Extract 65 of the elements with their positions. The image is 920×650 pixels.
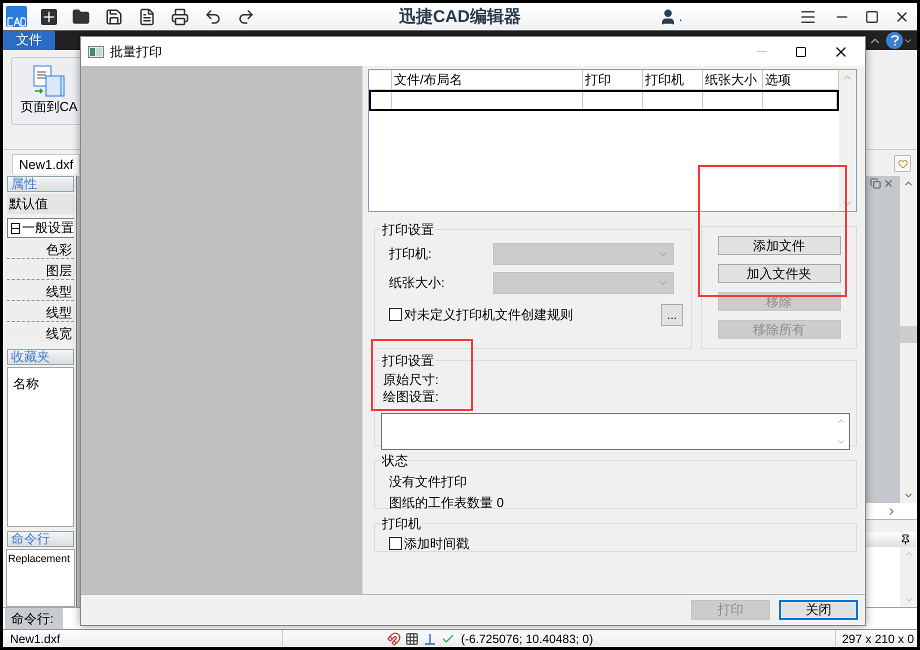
maximize-icon[interactable] [865, 10, 879, 24]
help-icon[interactable] [886, 32, 903, 49]
favorite-button[interactable] [894, 155, 911, 172]
dialog-button[interactable]: 关闭 [779, 600, 858, 620]
scroll-thumb[interactable] [900, 326, 917, 343]
new-file-icon[interactable] [41, 8, 57, 24]
document-tab[interactable]: New1.dxf [12, 154, 80, 174]
property-name: 线型 [46, 284, 72, 299]
column-label: 名称 [13, 376, 39, 391]
maximize-icon[interactable] [795, 46, 807, 58]
folder-icon[interactable] [72, 8, 90, 26]
user-name: . [678, 8, 682, 26]
action-button[interactable]: 添加文件 [718, 236, 840, 255]
coordinates: (-6.725076; 10.40483; 0) [461, 630, 594, 647]
panel-header: 收藏夹 [7, 349, 74, 365]
column-header[interactable]: 打印 [583, 70, 643, 89]
undo-icon[interactable] [204, 8, 222, 26]
print-icon[interactable] [171, 8, 189, 26]
perpendicular-icon[interactable] [423, 632, 437, 646]
pin-icon[interactable] [900, 534, 911, 545]
save-icon[interactable] [105, 8, 123, 26]
checkbox[interactable] [389, 308, 402, 321]
group-title: 打印设置 [381, 352, 435, 370]
info-label: 原始尺寸: [382, 370, 439, 388]
panel-header: 命令行 [7, 531, 74, 547]
command-output: Replacement [6, 549, 75, 607]
action-button[interactable]: 加入文件夹 [718, 264, 840, 283]
column-header[interactable]: 打印机 [643, 70, 703, 89]
heart-icon [898, 158, 908, 168]
app-title: 迅捷CAD编辑器 [399, 6, 521, 28]
more-button[interactable]: ... [661, 304, 683, 326]
group-title: 打印机 [381, 515, 422, 533]
panel-header: 属性 [7, 176, 74, 192]
field-label: 打印机: [388, 244, 433, 263]
column-header[interactable]: 纸张大小 [703, 70, 763, 89]
grid-icon[interactable] [405, 632, 419, 646]
group-title: 打印设置 [381, 221, 435, 239]
paper-size: 297 x 210 x 0 [835, 630, 917, 647]
redo-icon[interactable] [237, 8, 255, 26]
collapse-toggle[interactable] [11, 222, 20, 234]
status-file: New1.dxf [3, 630, 283, 647]
checkbox-label: 对未定义打印机文件创建规则 [404, 306, 573, 324]
app-logo [6, 6, 27, 27]
scrollbar[interactable] [839, 70, 856, 211]
restore-icon[interactable] [870, 178, 881, 189]
dialog-title: 批量打印 [110, 42, 162, 61]
table-row[interactable] [369, 90, 839, 111]
field-label: 纸张大小: [388, 274, 446, 292]
magnet-icon[interactable] [387, 632, 401, 646]
property-name: 线宽 [46, 326, 72, 341]
ribbon-tab[interactable]: 文件 [3, 31, 55, 50]
group-title: 状态 [381, 452, 409, 470]
property-name: 图层 [46, 263, 72, 278]
page-to-cad-icon [33, 64, 65, 96]
status-text: 没有文件打印 [389, 472, 468, 490]
command-prompt: 命令行: [5, 608, 63, 629]
info-label: 绘图设置: [382, 388, 439, 404]
checkbox[interactable] [389, 536, 402, 550]
panel-subheader: 默认值 [7, 194, 74, 214]
property-name: 线型 [46, 305, 72, 320]
status-text: 图纸的工作表数量 0 [389, 494, 505, 512]
column-header[interactable]: 文件/布局名 [392, 70, 583, 89]
property-name: 色彩 [46, 242, 72, 257]
window-icon [88, 46, 104, 58]
checkbox-label: 添加时间戳 [404, 534, 469, 552]
